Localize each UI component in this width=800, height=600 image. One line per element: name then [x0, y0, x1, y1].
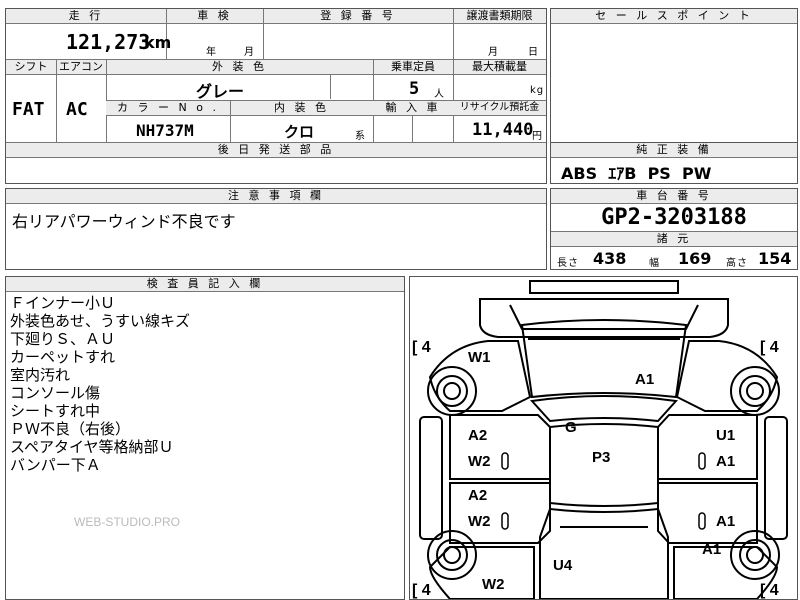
vehicle-info-table: 走 行 車 検 登 録 番 号 譲渡書類期限 121,273 km 年 月 月 …	[5, 8, 547, 184]
mark-a2-rl: A2	[468, 487, 488, 504]
recycle-value: 11,440	[472, 120, 534, 140]
mark-w2-rl: W2	[468, 513, 491, 530]
interior-value: クロ	[284, 123, 315, 141]
caution-box: 注 意 事 項 欄 右リアパワーウィンド不良です	[5, 188, 547, 270]
tire-rr-bracket: [ 4	[760, 582, 779, 599]
width-label: 幅	[649, 258, 660, 269]
height-value: 154	[758, 249, 792, 268]
door-handle-fl	[501, 452, 509, 470]
chassis-number: GP2-3203188	[601, 205, 747, 230]
equipment-header: 純 正 装 備	[551, 143, 797, 158]
transfer-header: 譲渡書類期限	[453, 9, 546, 24]
aircon-header: エアコン	[56, 60, 106, 75]
sales-point-box: セ ー ル ス ポ イ ン ト	[550, 8, 798, 143]
registration-header: 登 録 番 号	[263, 9, 453, 24]
front-edge-shape	[529, 280, 679, 294]
chassis-header: 車 台 番 号	[551, 189, 797, 204]
inspector-notes: Ｆインナー小Ｕ 外装色あせ、うすい線キズ 下廻りＳ、ＡＵ カーペットすれ 室内汚…	[10, 294, 190, 474]
door-handle-fr	[698, 452, 706, 470]
mark-a1-fr: A1	[716, 453, 736, 470]
seats-unit: 人	[434, 89, 445, 100]
color-no-value: NH737M	[136, 121, 194, 140]
equipment-value: ABS ｴｱB PS PW	[561, 164, 712, 183]
rear-hatch-shape	[539, 507, 669, 599]
inspector-box: 検 査 員 記 入 欄 Ｆインナー小Ｕ 外装色あせ、うすい線キズ 下廻りＳ、ＡＵ…	[5, 276, 405, 600]
mark-a1-rr: A1	[716, 513, 736, 530]
note-line: ＰＷ不良（右後）	[10, 420, 131, 438]
mark-w2-fl: W2	[468, 453, 491, 470]
mark-a1-rq: A1	[702, 541, 722, 558]
note-line: カーペットすれ	[10, 348, 116, 366]
watermark: WEB-STUDIO.PRO	[74, 515, 181, 529]
mark-a1-hood: A1	[635, 371, 655, 388]
interior-unit: 系	[355, 131, 366, 142]
left-front-door-shape	[449, 414, 551, 480]
note-line: 室内汚れ	[10, 366, 71, 384]
chassis-box: 車 台 番 号 GP2-3203188 諸 元 長さ 438 幅 169 高さ …	[550, 188, 798, 270]
mark-w2-rear: W2	[482, 576, 505, 593]
mark-w1: W1	[468, 349, 491, 366]
tire-rl-bracket: [ 4	[412, 582, 431, 599]
inspection-header: 車 検	[166, 9, 263, 24]
door-handle-rl	[501, 512, 509, 530]
sales-point-header: セ ー ル ス ポ イ ン ト	[551, 9, 797, 24]
shift-header: シフト	[6, 60, 56, 75]
left-sill-shape	[419, 416, 443, 540]
mileage-value: 121,273	[66, 30, 151, 54]
car-diagram-box: [ 4 [ 4 [ 4 [ 4 W1 A1 G A2 W2 U1 A1 P3 A…	[409, 276, 798, 600]
right-front-door-shape	[657, 414, 758, 480]
width-value: 169	[678, 249, 712, 268]
wheel-rear-right	[730, 530, 780, 580]
spec-header: 諸 元	[551, 232, 797, 247]
mark-u4: U4	[553, 557, 573, 574]
caution-header: 注 意 事 項 欄	[6, 189, 546, 204]
load-header: 最大積載量	[453, 60, 546, 75]
hood-shape	[520, 319, 688, 399]
door-handle-rr	[698, 512, 706, 530]
right-sill-shape	[764, 416, 788, 540]
mark-a2-fl: A2	[468, 427, 488, 444]
aircon-value: AC	[66, 99, 88, 120]
tire-fr-bracket: [ 4	[760, 339, 779, 356]
note-line: Ｆインナー小Ｕ	[10, 294, 116, 312]
seats-value: 5	[409, 79, 420, 99]
note-line: スペアタイヤ等格納部Ｕ	[10, 438, 174, 456]
note-line: 外装色あせ、うすい線キズ	[10, 312, 191, 330]
length-label: 長さ	[557, 258, 579, 269]
mark-p3: P3	[592, 449, 611, 466]
equipment-box: 純 正 装 備 ABS ｴｱB PS PW	[550, 142, 798, 184]
color-no-header: カ ラ ー N o .	[106, 101, 230, 116]
recycle-unit: 円	[532, 131, 543, 142]
inspection-month: 月	[244, 47, 255, 58]
grille-shape	[509, 304, 699, 330]
windshield-shape	[529, 395, 679, 423]
recycle-header: リサイクル預託金	[453, 101, 546, 116]
note-line: シートすれ中	[10, 402, 101, 420]
inspection-year: 年	[206, 47, 217, 58]
color-header: 外 装 色	[106, 60, 373, 75]
length-value: 438	[593, 249, 627, 268]
wheel-rear-left	[427, 530, 477, 580]
note-line: コンソール傷	[10, 384, 101, 402]
transfer-month: 月	[488, 47, 499, 58]
tire-fl-bracket: [ 4	[412, 339, 431, 356]
mileage-header: 走 行	[6, 9, 166, 24]
load-unit: kg	[530, 85, 545, 96]
inspector-header: 検 査 員 記 入 欄	[6, 277, 404, 292]
mark-u1: U1	[716, 427, 736, 444]
seats-header: 乗車定員	[373, 60, 453, 75]
interior-header: 内 装 色	[230, 101, 373, 116]
height-label: 高さ	[726, 258, 748, 269]
transfer-day: 日	[528, 47, 539, 58]
mark-g: G	[565, 419, 577, 436]
note-line: バンパー下Ａ	[10, 456, 101, 474]
later-parts-header: 後 日 発 送 部 品	[6, 143, 546, 158]
color-value: グレー	[196, 82, 245, 101]
import-header: 輸 入 車	[373, 101, 453, 116]
caution-text: 右リアパワーウィンド不良です	[12, 212, 236, 231]
mileage-unit: km	[144, 33, 172, 52]
note-line: 下廻りＳ、ＡＵ	[10, 330, 116, 348]
shift-value: FAT	[12, 99, 45, 120]
